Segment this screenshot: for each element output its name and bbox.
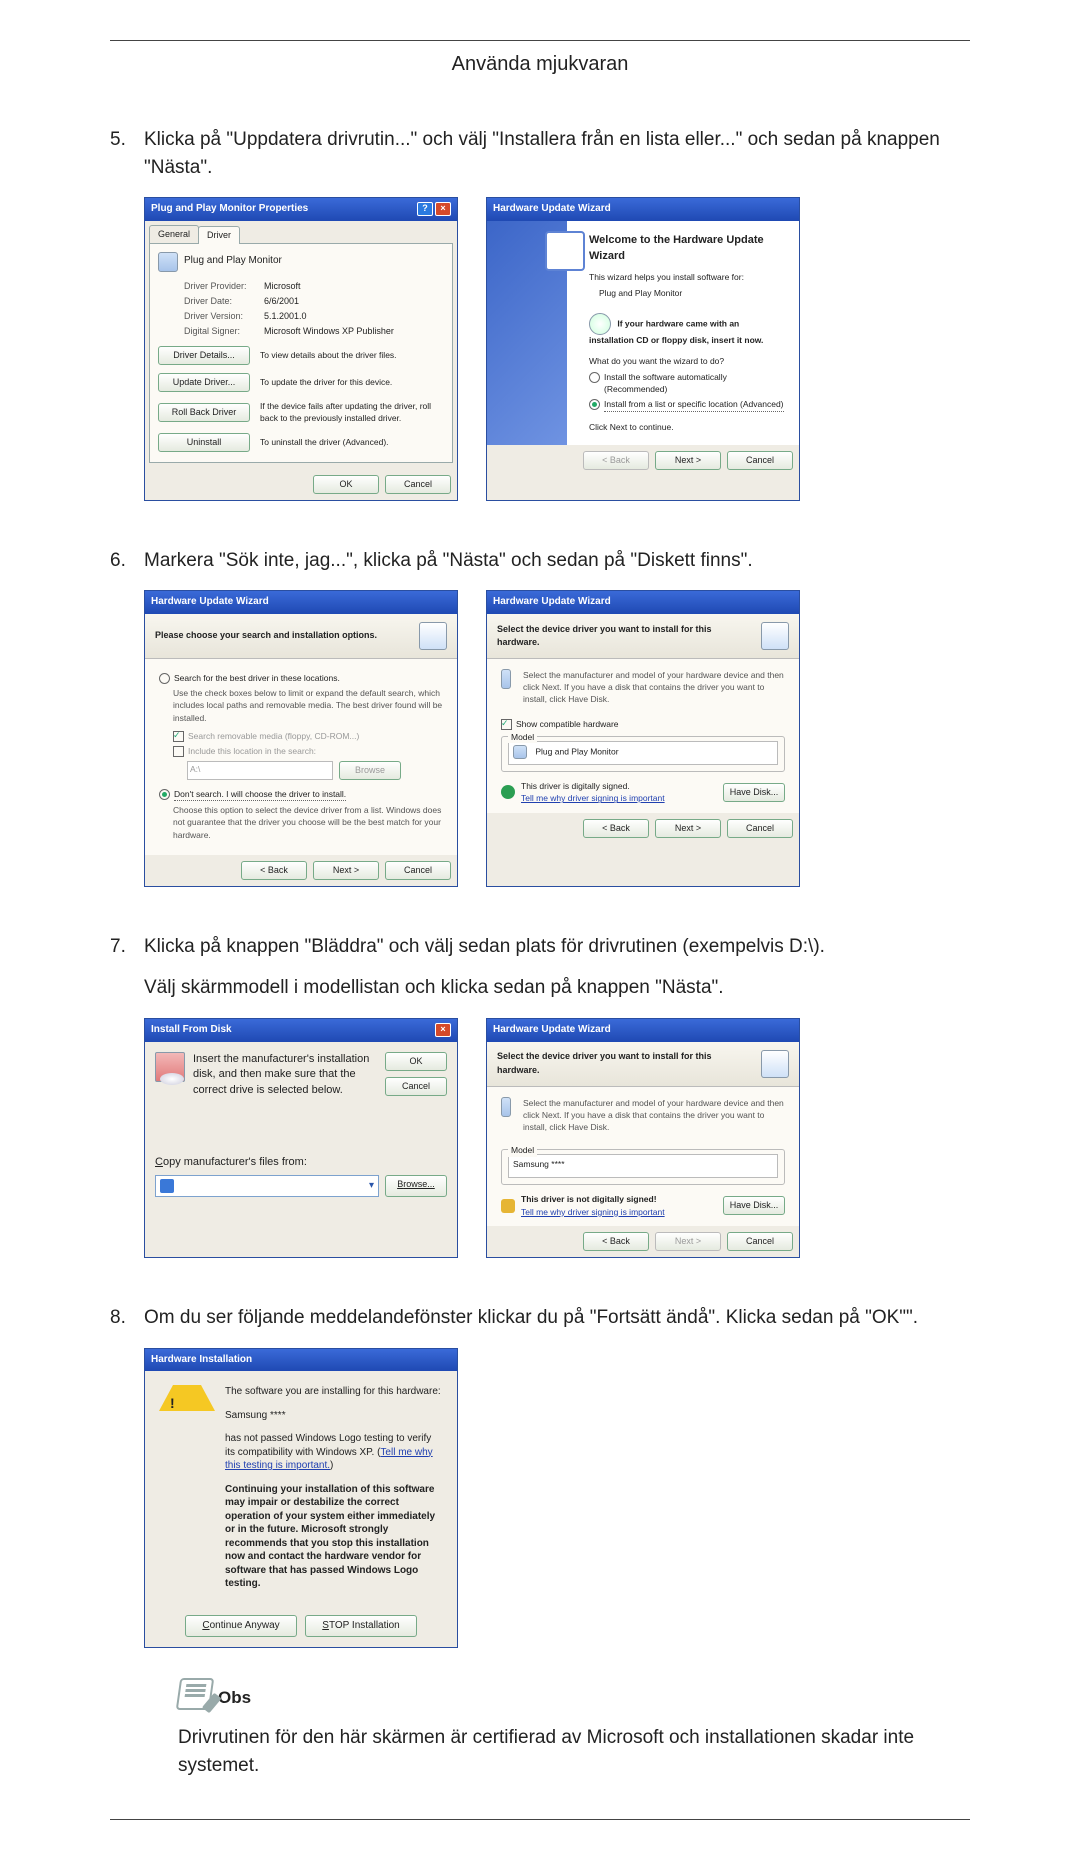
- next-button[interactable]: Next >: [655, 451, 721, 470]
- dialog-wizard-welcome: Hardware Update Wizard Welcome to the Ha…: [486, 197, 800, 501]
- wizard-heading: Welcome to the Hardware Update Wizard: [589, 233, 785, 265]
- step-8-number: 8.: [110, 1304, 144, 1779]
- rollback-driver-button[interactable]: Roll Back Driver: [158, 403, 250, 422]
- cancel-button[interactable]: Cancel: [727, 1232, 793, 1251]
- warning-icon: [159, 1385, 215, 1411]
- tab-general[interactable]: General: [149, 225, 199, 243]
- have-disk-button[interactable]: Have Disk...: [723, 1196, 785, 1215]
- back-button[interactable]: < Back: [241, 861, 307, 880]
- radio-from-list[interactable]: [589, 399, 600, 410]
- model-list[interactable]: Samsung ****: [508, 1154, 778, 1178]
- value: Microsoft Windows XP Publisher: [264, 325, 444, 338]
- monitor-icon: [158, 252, 178, 272]
- wizard-icon: [545, 231, 585, 271]
- close-icon[interactable]: ×: [435, 202, 451, 216]
- close-icon[interactable]: ×: [435, 1023, 451, 1037]
- warning-icon: [501, 1199, 515, 1213]
- uninstall-button[interactable]: Uninstall: [158, 433, 250, 452]
- dialog-title: Hardware Update Wizard: [493, 1023, 611, 1038]
- disk-icon: [155, 1052, 185, 1082]
- back-button[interactable]: < Back: [583, 1232, 649, 1251]
- dialog-wizard-select-driver-signed: Hardware Update Wizard Select the device…: [486, 590, 800, 887]
- dialog-wizard-select-driver-unsigned: Hardware Update Wizard Select the device…: [486, 1018, 800, 1258]
- dialog-title: Hardware Installation: [151, 1353, 252, 1368]
- monitor-icon: [513, 745, 527, 759]
- value: 6/6/2001: [264, 295, 444, 308]
- checkbox-include-location: [173, 746, 184, 757]
- have-disk-button[interactable]: Have Disk...: [723, 783, 785, 802]
- wizard-step-icon: [761, 622, 789, 650]
- path-input[interactable]: ▾: [155, 1175, 379, 1197]
- page-title: Använda mjukvaran: [110, 53, 970, 76]
- device-name: Samsung ****: [225, 1409, 443, 1423]
- device-name: Plug and Play Monitor: [184, 254, 282, 269]
- step-7-number: 7.: [110, 933, 144, 1284]
- dialog-title: Hardware Update Wizard: [151, 595, 269, 610]
- cancel-button[interactable]: Cancel: [385, 861, 451, 880]
- cancel-button[interactable]: Cancel: [385, 1077, 447, 1096]
- value: Microsoft: [264, 280, 444, 293]
- ok-button[interactable]: OK: [313, 475, 379, 494]
- chevron-down-icon[interactable]: ▾: [369, 1179, 374, 1194]
- label: Digital Signer:: [184, 325, 264, 338]
- dialog-driver-properties: Plug and Play Monitor Properties ? × Gen…: [144, 197, 458, 501]
- label: Driver Version:: [184, 310, 264, 323]
- dialog-title: Hardware Update Wizard: [493, 595, 611, 610]
- note-heading: Obs: [218, 1686, 251, 1711]
- signed-icon: [501, 785, 515, 799]
- value: 5.1.2001.0: [264, 310, 444, 323]
- back-button: < Back: [583, 451, 649, 470]
- step-8-text: Om du ser följande meddelandefönster kli…: [144, 1304, 970, 1332]
- continue-anyway-button[interactable]: Continue Anyway: [185, 1615, 297, 1638]
- dialog-title: Install From Disk: [151, 1023, 232, 1038]
- step-5-text: Klicka på "Uppdatera drivrutin..." och v…: [144, 126, 970, 181]
- radio-search[interactable]: [159, 673, 170, 684]
- next-button: Next >: [655, 1232, 721, 1251]
- step-5-number: 5.: [110, 126, 144, 527]
- dialog-title: Hardware Update Wizard: [493, 202, 611, 217]
- back-button[interactable]: < Back: [583, 819, 649, 838]
- wizard-step-icon: [419, 622, 447, 650]
- tab-driver[interactable]: Driver: [198, 226, 240, 244]
- checkbox-compatible[interactable]: [501, 719, 512, 730]
- next-button[interactable]: Next >: [655, 819, 721, 838]
- help-icon[interactable]: ?: [417, 202, 433, 216]
- signing-info-link[interactable]: Tell me why driver signing is important: [521, 792, 665, 804]
- radio-auto[interactable]: [589, 372, 600, 383]
- dialog-hardware-installation-warning: Hardware Installation The software you a…: [144, 1348, 458, 1649]
- floppy-icon: [160, 1179, 174, 1193]
- ok-button[interactable]: OK: [385, 1052, 447, 1071]
- label: Driver Provider:: [184, 280, 264, 293]
- step-7-text-1: Klicka på knappen "Bläddra" och välj sed…: [144, 933, 970, 961]
- label: Driver Date:: [184, 295, 264, 308]
- cancel-button[interactable]: Cancel: [385, 475, 451, 494]
- note-icon: [176, 1678, 214, 1710]
- step-7-text-2: Välj skärmmodell i modellistan och klick…: [144, 974, 970, 1002]
- location-select: A:\: [187, 761, 333, 780]
- dialog-wizard-search-options: Hardware Update Wizard Please choose you…: [144, 590, 458, 887]
- driver-details-button[interactable]: Driver Details...: [158, 346, 250, 365]
- dialog-install-from-disk: Install From Disk × Insert the manufactu…: [144, 1018, 458, 1258]
- step-6-number: 6.: [110, 547, 144, 913]
- signing-info-link[interactable]: Tell me why driver signing is important: [521, 1206, 665, 1218]
- cd-icon: [589, 313, 611, 335]
- browse-button: Browse: [339, 761, 401, 780]
- device-name: Plug and Play Monitor: [599, 288, 785, 299]
- checkbox-removable: [173, 731, 184, 742]
- update-driver-button[interactable]: Update Driver...: [158, 373, 250, 392]
- note-text: Drivrutinen för den här skärmen är certi…: [178, 1724, 970, 1779]
- next-button[interactable]: Next >: [313, 861, 379, 880]
- cancel-button[interactable]: Cancel: [727, 451, 793, 470]
- model-list[interactable]: Plug and Play Monitor: [508, 741, 778, 765]
- stop-installation-button[interactable]: STOP Installation: [305, 1615, 417, 1638]
- monitor-icon: [501, 669, 511, 689]
- step-6-text: Markera "Sök inte, jag...", klicka på "N…: [144, 547, 970, 575]
- cancel-button[interactable]: Cancel: [727, 819, 793, 838]
- dialog-title: Plug and Play Monitor Properties: [151, 202, 308, 217]
- copy-from-label: CCopy manufacturer's files from:opy manu…: [155, 1155, 447, 1171]
- radio-dont-search[interactable]: [159, 789, 170, 800]
- wizard-step-icon: [761, 1050, 789, 1078]
- monitor-icon: [501, 1097, 511, 1117]
- browse-button[interactable]: Browse...: [385, 1175, 447, 1197]
